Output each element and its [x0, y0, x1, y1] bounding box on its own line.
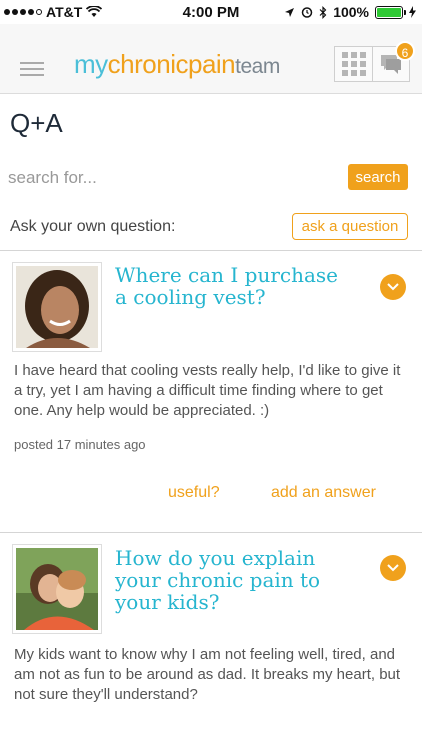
expand-chevron-icon[interactable]	[380, 555, 406, 581]
messages-button[interactable]: 6	[373, 41, 415, 81]
search-button[interactable]: search	[348, 164, 408, 190]
question-card: How do you explain your chronic pain to …	[0, 533, 422, 750]
expand-chevron-icon[interactable]	[380, 274, 406, 300]
status-right: 100%	[284, 4, 416, 20]
ask-question-button[interactable]: ask a question	[292, 213, 408, 240]
app-header: mychronicpainteam 6	[0, 24, 422, 94]
ask-question-label: Ask your own question:	[10, 218, 176, 235]
page-title: Q+A	[10, 108, 63, 138]
battery-percent: 100%	[333, 4, 369, 20]
app-logo[interactable]: mychronicpainteam	[74, 49, 280, 80]
status-bar: AT&T 4:00 PM 100%	[0, 0, 422, 24]
search-input[interactable]	[8, 164, 328, 192]
avatar	[12, 544, 102, 634]
question-title[interactable]: Where can I purchase a cooling vest?	[115, 264, 355, 308]
avatar	[12, 262, 102, 352]
add-answer-link[interactable]: add an answer	[271, 484, 376, 502]
header-icon-group: 6	[334, 41, 415, 82]
question-body: My kids want to know why I am not feelin…	[14, 646, 401, 703]
apps-grid-icon[interactable]	[335, 47, 373, 81]
charging-bolt-icon	[409, 6, 416, 18]
question-card: Where can I purchase a cooling vest? I h…	[0, 251, 422, 531]
location-arrow-icon	[285, 7, 295, 17]
question-title[interactable]: How do you explain your chronic pain to …	[115, 547, 355, 613]
posted-time: posted 17 minutes ago	[14, 437, 146, 452]
notification-badge: 6	[395, 41, 415, 61]
useful-link[interactable]: useful?	[168, 484, 220, 502]
alarm-icon	[301, 7, 313, 18]
bluetooth-icon	[319, 5, 327, 19]
question-body: I have heard that cooling vests really h…	[14, 362, 401, 419]
user-photo	[16, 266, 98, 348]
menu-icon[interactable]	[20, 62, 44, 76]
battery-icon	[375, 5, 406, 19]
user-photo	[16, 548, 98, 630]
